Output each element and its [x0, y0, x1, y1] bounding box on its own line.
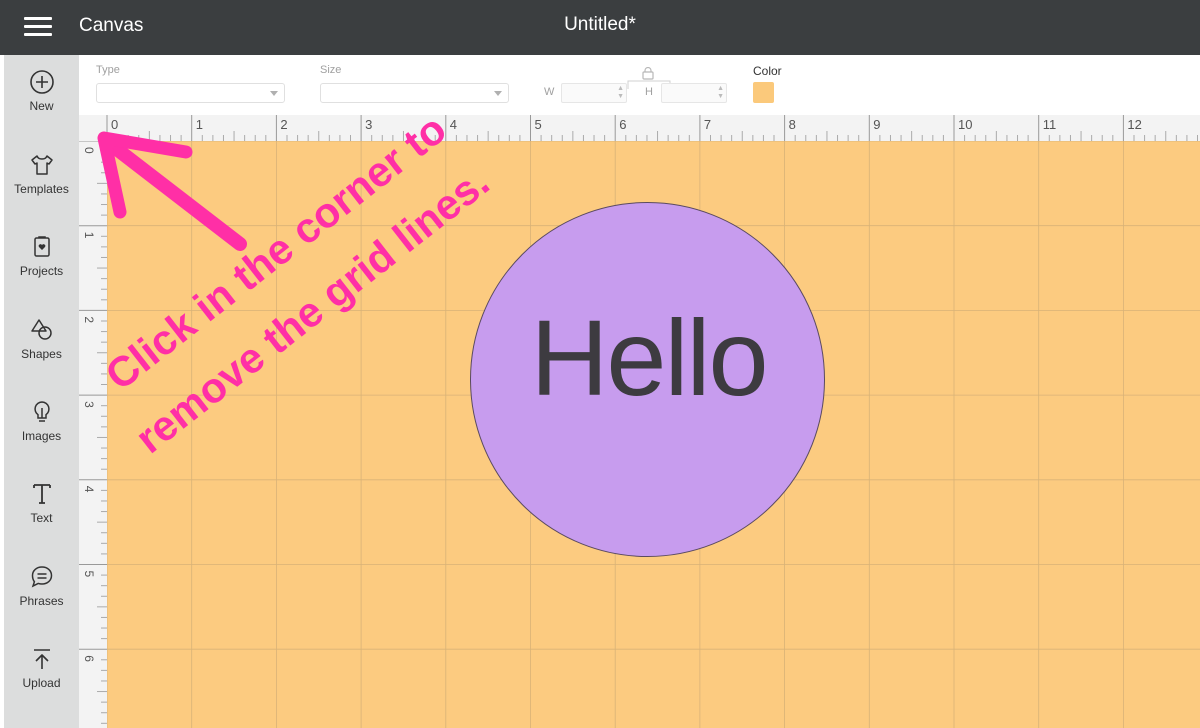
sidebar: New Templates Projects Shapes Images Tex… — [4, 55, 79, 728]
color-swatch[interactable] — [753, 82, 774, 103]
ruler-number: 7 — [704, 117, 711, 132]
sidebar-item-label: Shapes — [21, 347, 62, 361]
sidebar-item-label: Phrases — [19, 594, 64, 608]
width-field[interactable]: ▲ ▼ — [561, 83, 627, 103]
sidebar-item-label: Upload — [22, 676, 61, 690]
width-label: W — [544, 86, 555, 98]
height-field[interactable]: ▲ ▼ — [661, 83, 727, 103]
sidebar-item-templates[interactable]: Templates — [4, 152, 79, 232]
ruler-number: 3 — [365, 117, 372, 132]
type-label: Type — [96, 64, 120, 76]
project-heart-icon — [33, 236, 50, 257]
ruler-number: 0 — [111, 117, 118, 132]
shape-text: Hello — [530, 297, 768, 418]
tshirt-icon — [30, 155, 53, 175]
sidebar-item-upload[interactable]: Upload — [4, 646, 79, 726]
ruler-number: 10 — [958, 117, 972, 132]
speech-bubble-icon — [31, 566, 52, 588]
document-title: Untitled* — [564, 14, 636, 35]
chevron-down-icon — [270, 91, 278, 96]
sidebar-item-label: New — [29, 99, 54, 113]
sidebar-item-label: Text — [30, 511, 53, 525]
plus-circle-icon — [29, 70, 54, 94]
sidebar-item-phrases[interactable]: Phrases — [4, 564, 79, 644]
design-canvas[interactable]: Hello — [107, 141, 1200, 728]
stepper-arrows-icon[interactable]: ▲ ▼ — [717, 85, 724, 101]
color-label: Color — [753, 64, 782, 78]
lightbulb-icon — [33, 401, 50, 422]
ruler-number: 0 — [82, 147, 96, 154]
ruler-number: 2 — [280, 117, 287, 132]
ruler-number: 8 — [789, 117, 796, 132]
ruler-number: 6 — [619, 117, 626, 132]
horizontal-ruler: 0 1 2 3 4 5 6 7 8 9 10 11 12 — [79, 115, 1200, 142]
sidebar-item-label: Templates — [14, 182, 69, 196]
type-select[interactable] — [96, 83, 285, 103]
text-t-icon — [32, 484, 51, 504]
stepper-arrows-icon[interactable]: ▲ ▼ — [617, 85, 624, 101]
sidebar-item-new[interactable]: New — [4, 69, 79, 149]
ruler-corner-grid-toggle[interactable] — [79, 115, 107, 141]
ruler-number: 6 — [82, 655, 96, 662]
vertical-ruler: 0 1 2 3 4 5 6 — [79, 141, 108, 728]
ruler-number: 5 — [535, 117, 542, 132]
size-select[interactable] — [320, 83, 509, 103]
top-bar: Canvas Untitled* — [0, 0, 1200, 55]
size-label: Size — [320, 64, 342, 76]
sidebar-item-label: Projects — [19, 264, 64, 278]
upload-arrow-icon — [33, 649, 50, 669]
ruler-number: 4 — [450, 117, 457, 132]
ruler-number: 9 — [873, 117, 880, 132]
chevron-down-icon — [494, 91, 502, 96]
height-label: H — [645, 86, 653, 98]
ruler-number: 2 — [82, 316, 96, 323]
ruler-number: 1 — [82, 232, 96, 239]
ruler-number: 1 — [196, 117, 203, 132]
circle-shape[interactable]: Hello — [470, 202, 825, 557]
ruler-number: 4 — [82, 486, 96, 493]
ruler-number: 3 — [82, 401, 96, 408]
ruler-number: 11 — [1043, 117, 1057, 132]
ruler-number: 5 — [82, 571, 96, 578]
sidebar-item-text[interactable]: Text — [4, 481, 79, 561]
shapes-icon — [30, 319, 52, 340]
sidebar-item-label: Images — [21, 429, 62, 443]
sidebar-item-images[interactable]: Images — [4, 399, 79, 479]
sidebar-item-projects[interactable]: Projects — [4, 234, 79, 314]
ruler-number: 12 — [1127, 117, 1141, 132]
sidebar-item-shapes[interactable]: Shapes — [4, 317, 79, 397]
properties-bar: Type Size W ▲ ▼ H ▲ ▼ Color — [79, 55, 1200, 116]
